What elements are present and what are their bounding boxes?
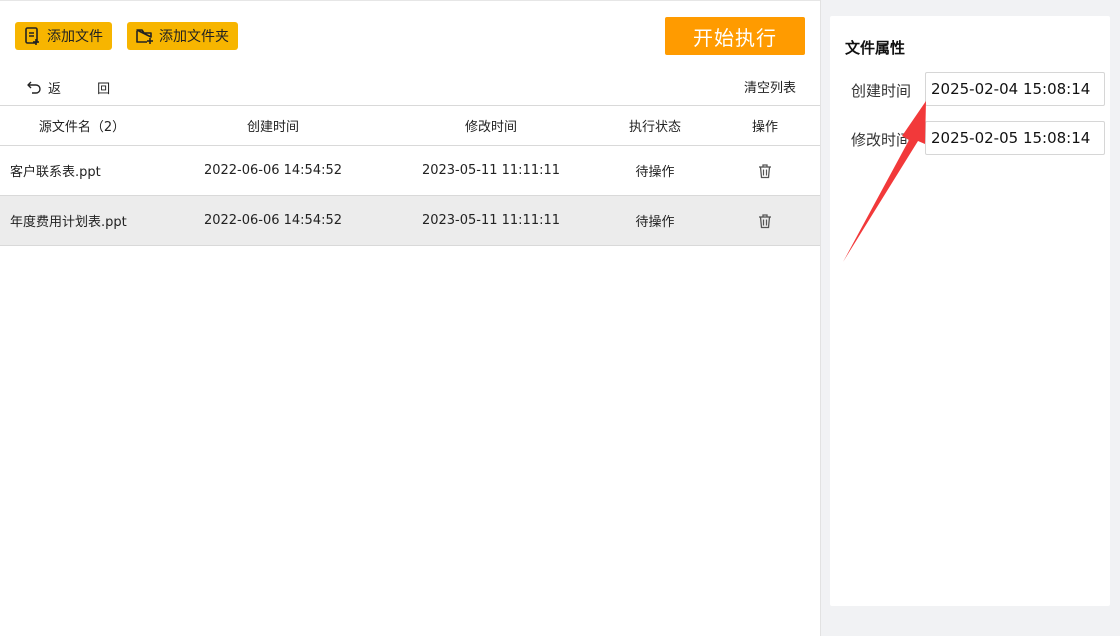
add-file-button[interactable]: 添加文件 — [15, 22, 112, 50]
header-status: 执行状态 — [628, 120, 681, 135]
cell-file-name: 客户联系表.ppt — [10, 165, 101, 180]
cell-created-time: 2022-06-06 14:54:52 — [203, 213, 343, 228]
add-file-label: 添加文件 — [47, 28, 103, 44]
back-label: 返 回 — [48, 81, 127, 97]
file-list-area: 添加文件 添加文件夹 开始执行 返 回 清空列表 源文件名（2） 创建时间 修改… — [0, 0, 820, 636]
add-folder-label: 添加文件夹 — [159, 28, 229, 44]
cell-status: 待操作 — [635, 215, 675, 230]
header-created-time: 创建时间 — [246, 120, 299, 135]
clear-list-button[interactable]: 清空列表 — [744, 77, 796, 96]
properties-title: 文件属性 — [845, 39, 906, 57]
trash-icon[interactable] — [757, 163, 773, 179]
header-modified-time: 修改时间 — [464, 120, 517, 135]
cell-file-name: 年度费用计划表.ppt — [10, 215, 127, 230]
table-row[interactable]: 客户联系表.ppt 2022-06-06 14:54:52 2023-05-11… — [0, 146, 820, 196]
created-time-input[interactable] — [925, 72, 1105, 106]
header-source-name: 源文件名（2） — [38, 120, 126, 135]
cell-status: 待操作 — [635, 165, 675, 180]
header-operation: 操作 — [751, 120, 778, 135]
file-table: 源文件名（2） 创建时间 修改时间 执行状态 操作 客户联系表.ppt 2022… — [0, 105, 820, 246]
modified-time-label: 修改时间 — [851, 131, 912, 149]
modified-time-input[interactable] — [925, 121, 1105, 155]
trash-icon[interactable] — [757, 213, 773, 229]
folder-plus-icon — [135, 26, 155, 46]
table-header: 源文件名（2） 创建时间 修改时间 执行状态 操作 — [0, 105, 820, 146]
cell-created-time: 2022-06-06 14:54:52 — [203, 163, 343, 178]
cell-modified-time: 2023-05-11 11:11:11 — [421, 163, 561, 178]
table-row[interactable]: 年度费用计划表.ppt 2022-06-06 14:54:52 2023-05-… — [0, 196, 820, 246]
start-button[interactable]: 开始执行 — [665, 17, 805, 55]
cell-modified-time: 2023-05-11 11:11:11 — [421, 213, 561, 228]
undo-arrow-icon — [26, 79, 42, 95]
cell-operation — [710, 146, 820, 195]
back-button[interactable]: 返 回 — [26, 77, 126, 97]
cell-operation — [710, 196, 820, 245]
file-plus-icon — [23, 26, 43, 46]
created-time-label: 创建时间 — [851, 82, 912, 100]
add-folder-button[interactable]: 添加文件夹 — [127, 22, 238, 50]
